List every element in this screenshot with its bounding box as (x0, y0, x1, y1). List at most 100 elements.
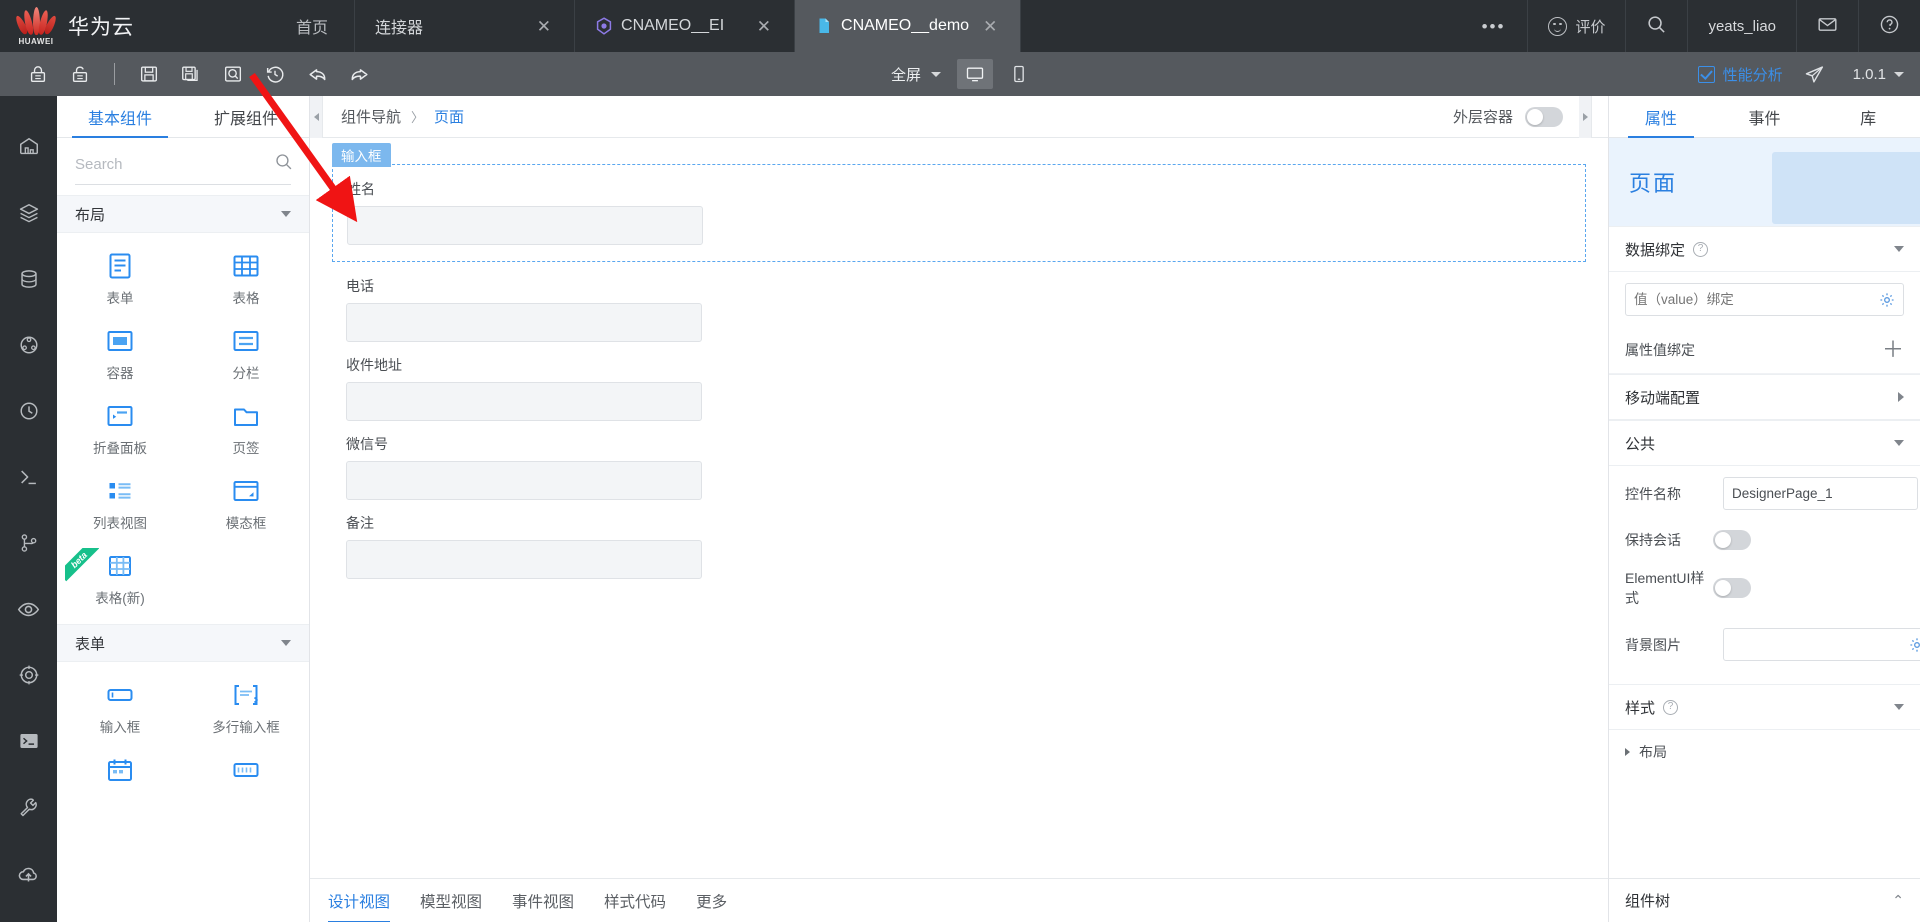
component-column[interactable]: 分栏 (183, 318, 309, 393)
save-icon[interactable] (129, 58, 169, 90)
form-field-phone-input[interactable] (346, 303, 702, 342)
rail-eye-icon[interactable] (0, 576, 57, 642)
component-number[interactable] (183, 747, 309, 802)
component-datepicker[interactable] (57, 747, 183, 802)
component-tree-header[interactable]: 组件树 ⌃ (1609, 878, 1920, 922)
search-input[interactable] (75, 156, 274, 173)
section-data-binding[interactable]: 数据绑定 ? (1609, 226, 1920, 272)
device-mobile-button[interactable] (1001, 59, 1037, 89)
tab-design-view[interactable]: 设计视图 (328, 879, 391, 922)
form-field-wechat[interactable]: 微信号 (346, 434, 1572, 500)
selected-component-outline[interactable]: 输入框 姓名 (332, 143, 1586, 262)
unlock-icon[interactable] (60, 58, 100, 90)
elementui-style-switch[interactable] (1713, 578, 1751, 598)
collapse-right-panel-button[interactable] (1579, 94, 1592, 139)
outer-container-switch[interactable] (1525, 106, 1563, 127)
history-icon[interactable] (255, 58, 295, 90)
lock-icon[interactable] (18, 58, 58, 90)
collapse-left-panel-button[interactable] (310, 94, 323, 139)
form-field-name[interactable]: 姓名 (347, 179, 1571, 245)
tab-model-view[interactable]: 模型视图 (420, 879, 482, 922)
form-field-address[interactable]: 收件地址 (346, 355, 1572, 421)
breadcrumb-item-page[interactable]: 页面 (434, 106, 464, 127)
tab-cnameo-demo-close-icon[interactable]: ✕ (978, 16, 1002, 37)
breadcrumb-item-navigation[interactable]: 组件导航 (341, 106, 401, 127)
rail-history-icon[interactable] (0, 378, 57, 444)
rail-flow-icon[interactable] (0, 312, 57, 378)
component-table-new[interactable]: beta 表格(新) (57, 543, 183, 618)
mail-button[interactable] (1796, 0, 1858, 52)
device-desktop-button[interactable] (957, 59, 993, 89)
background-image-input[interactable] (1732, 637, 1909, 652)
group-header-layout[interactable]: 布局 (57, 195, 309, 233)
publish-icon[interactable] (1795, 58, 1835, 90)
feedback-button[interactable]: 评价 (1527, 0, 1625, 52)
value-binding-field[interactable] (1625, 283, 1904, 316)
component-collapse-panel[interactable]: 折叠面板 (57, 393, 183, 468)
component-tab[interactable]: 页签 (183, 393, 309, 468)
control-name-field[interactable] (1723, 477, 1918, 510)
tab-library[interactable]: 库 (1816, 96, 1920, 137)
rail-layers-icon[interactable] (0, 180, 57, 246)
tab-connector[interactable]: 连接器 ✕ (354, 0, 575, 52)
global-search-button[interactable] (1625, 0, 1687, 52)
properties-body[interactable]: 数据绑定 ? 值（value）绑定 属性值绑定 ＋ 移动端配置 公共 控件名称 … (1609, 226, 1920, 922)
add-attribute-binding-button[interactable]: ＋ (1882, 339, 1904, 361)
rail-dashboard-icon[interactable] (0, 114, 57, 180)
undo-icon[interactable] (297, 58, 337, 90)
rail-terminal-icon[interactable] (0, 708, 57, 774)
component-textarea[interactable]: 多行输入框 (183, 672, 309, 747)
component-table[interactable]: 表格 (183, 243, 309, 318)
tab-connector-close-icon[interactable]: ✕ (532, 16, 556, 37)
help-icon[interactable]: ? (1663, 699, 1679, 715)
screen-mode-select[interactable]: 全屏 (883, 60, 949, 89)
design-canvas[interactable]: 输入框 姓名 电话 收件地址 微信号 备注 (310, 138, 1608, 878)
tab-more[interactable]: 更多 (696, 879, 727, 922)
background-image-field[interactable] (1723, 628, 1920, 661)
group-header-form[interactable]: 表单 (57, 624, 309, 662)
style-layout-row[interactable]: 布局 (1609, 730, 1920, 774)
help-icon[interactable]: ? (1693, 241, 1709, 257)
component-list-scroll[interactable]: 布局 表单 表格 容器 分栏 折叠面板 页签 列表视图 模态框 beta 表格(… (57, 195, 309, 922)
component-form[interactable]: 表单 (57, 243, 183, 318)
control-name-input[interactable] (1732, 486, 1909, 501)
rail-database-icon[interactable] (0, 246, 57, 312)
tab-cnameo-ei[interactable]: CNAMEO__EI ✕ (574, 0, 795, 52)
rail-wrench-icon[interactable] (0, 774, 57, 840)
search-icon[interactable] (274, 152, 294, 177)
tab-basic-components[interactable]: 基本组件 (57, 96, 183, 138)
tab-overflow-icon[interactable]: ••• (1482, 18, 1506, 35)
rail-target-icon[interactable] (0, 642, 57, 708)
chevron-up-icon[interactable]: ⌃ (1892, 892, 1904, 909)
rail-cloud-upload-icon[interactable] (0, 840, 57, 906)
component-listview[interactable]: 列表视图 (57, 468, 183, 543)
save-as-icon[interactable] (171, 58, 211, 90)
tab-extended-components[interactable]: 扩展组件 (183, 96, 309, 137)
component-modal[interactable]: 模态框 (183, 468, 309, 543)
version-label[interactable]: 1.0.1 (1839, 66, 1890, 83)
tab-cnameo-ei-close-icon[interactable]: ✕ (752, 16, 776, 37)
help-button[interactable] (1858, 0, 1920, 52)
gear-icon[interactable] (1909, 637, 1920, 653)
form-field-address-input[interactable] (346, 382, 702, 421)
keep-session-switch[interactable] (1713, 530, 1751, 550)
form-field-phone[interactable]: 电话 (346, 276, 1572, 342)
section-style[interactable]: 样式 ? (1609, 684, 1920, 730)
tab-cnameo-demo[interactable]: CNAMEO__demo ✕ (794, 0, 1021, 52)
redo-icon[interactable] (339, 58, 379, 90)
tab-event-view[interactable]: 事件视图 (512, 879, 574, 922)
tab-style-code[interactable]: 样式代码 (604, 879, 666, 922)
section-common[interactable]: 公共 (1609, 420, 1920, 466)
form-field-remark-input[interactable] (346, 540, 702, 579)
form-field-wechat-input[interactable] (346, 461, 702, 500)
form-field-remark[interactable]: 备注 (346, 513, 1572, 579)
performance-analysis-toggle[interactable]: 性能分析 (1690, 64, 1791, 85)
rail-script-icon[interactable] (0, 444, 57, 510)
component-input[interactable]: 输入框 (57, 672, 183, 747)
tab-properties[interactable]: 属性 (1609, 96, 1713, 138)
tab-events[interactable]: 事件 (1713, 96, 1817, 137)
tab-home[interactable]: 首页 (270, 0, 354, 52)
user-menu[interactable]: yeats_liao (1687, 0, 1796, 52)
component-container[interactable]: 容器 (57, 318, 183, 393)
gear-icon[interactable] (1879, 292, 1895, 308)
